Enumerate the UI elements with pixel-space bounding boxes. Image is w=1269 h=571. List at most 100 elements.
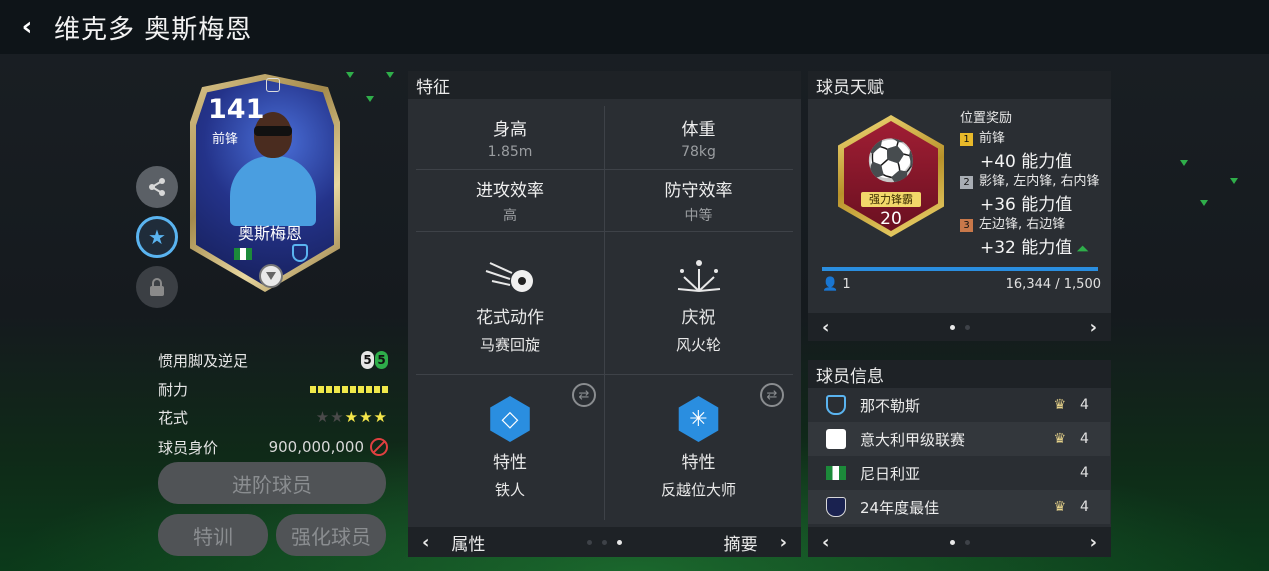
skill-star-icon: ★ [373,408,388,426]
info-row-league[interactable]: 意大利甲级联赛 ♛ 4 [808,422,1110,456]
defense-rate-cell: 防守效率 中等 [604,169,793,231]
player-card[interactable]: 141 前锋 奥斯梅恩 [180,72,360,296]
info-next-button[interactable]: › [1090,532,1097,553]
player-info-panel: 球员信息 那不勒斯 ♛ 4 意大利甲级联赛 ♛ 4 尼日利亚 4 24年度最佳 … [808,360,1111,557]
foot-label: 惯用脚及逆足 [158,351,249,370]
position-bonus-item: 2 影锋, 左内锋, 右内锋 +36 能力值 [960,170,1100,215]
top-bar: ‹ 维克多 奥斯梅恩 [0,0,1269,54]
value-row: 球员身价 900,000,000 [158,433,388,461]
info-row-program[interactable]: 24年度最佳 ♛ 4 [808,490,1110,524]
talent-progress-bar [822,267,1098,271]
foot-badges: 5 5 [361,351,388,369]
traits-panel: 特征 身高 1.85m 体重 78kg 进攻效率 高 防守效率 中等 花式动作 … [408,71,801,557]
striker-kick-icon: ⚽ [866,138,916,184]
info-row-club[interactable]: 那不勒斯 ♛ 4 [808,388,1110,422]
lock-button[interactable] [136,266,178,308]
attack-rate-cell: 进攻效率 高 [416,169,604,231]
trait-2-value: 反越位大师 [660,481,736,499]
decor-arrow [1180,160,1188,166]
card-position: 前锋 [212,132,239,147]
web-icon: ✳ [678,396,719,442]
talent-next-button[interactable]: › [1090,317,1097,338]
summary-tab[interactable]: 摘要 [724,530,758,555]
weak-foot-value: 5 [375,351,388,369]
toty-icon [826,497,846,517]
nigeria-flag-icon [234,248,252,260]
info-row-nation[interactable]: 尼日利亚 4 [808,456,1110,490]
talent-header: 球员天赋 [808,71,1111,99]
foot-row: 惯用脚及逆足 5 5 [158,346,388,374]
info-prev-button[interactable]: ‹ [822,532,829,553]
training-button[interactable]: 特训 [158,514,268,556]
player-portrait [230,112,316,226]
talent-badge-label: 强力锋霸 [861,192,921,207]
skill-label: 花式 [158,408,189,427]
bonus-value: +40 能力值 [980,152,1073,172]
weight-cell: 体重 78kg [604,106,793,169]
talent-prev-button[interactable]: ‹ [822,317,829,338]
bonus-rank: 1 [960,133,973,146]
lock-icon [150,278,164,296]
celebration-cell[interactable]: 庆祝 风火轮 [604,241,793,371]
weight-label: 体重 [681,120,716,140]
bonus-value: +36 能力值 [980,195,1073,215]
share-button[interactable] [136,166,178,208]
diamond-icon: ◇ [490,396,530,442]
main-foot-value: 5 [361,351,374,369]
height-value: 1.85m [487,144,533,160]
bonus-rank: 2 [960,176,973,189]
defense-rate-label: 防守效率 [664,180,733,201]
trait-1-cell[interactable]: ◇ 特性 铁人 [416,389,604,507]
skill-star-icon: ★ [344,408,360,426]
talent-page-dots [949,324,970,330]
page-title: 维克多 奥斯梅恩 [54,14,253,45]
talent-panel: 球员天赋 ⚽ 强力锋霸 20 位置奖励 1 前锋 +40 能力值 2 影锋, 左内锋, … [808,71,1111,341]
traits-page-dots [587,539,622,545]
bonus-positions: 左边锋, 右边锋 [979,217,1066,232]
favorite-button[interactable]: ★ [136,216,178,258]
skill-move-cell[interactable]: 花式动作 马赛回旋 [416,241,604,371]
decor-arrow [1230,178,1238,184]
bonus-positions: 影锋, 左内锋, 右内锋 [979,174,1100,189]
toty-icon [266,78,280,92]
celebration-label: 庆祝 [681,308,716,328]
enhance-player-button[interactable]: 强化球员 [276,514,386,556]
stamina-row: 耐力 [158,375,388,403]
serie-a-icon [826,429,846,449]
grade-badge-icon [259,264,283,288]
position-bonus-item: 3 左边锋, 右边锋 +32 能力值 [960,213,1072,258]
back-button[interactable]: ‹ [0,0,54,54]
defense-rate-value: 中等 [684,207,713,224]
trait-1-label: 特性 [493,453,527,473]
skill-star-icon: ★ [315,408,331,426]
decor-arrow [386,72,394,78]
stamina-label: 耐力 [158,380,189,399]
traits-prev-button[interactable]: ‹ [422,532,429,553]
traits-nav: ‹ 属性 摘要 › [408,527,801,557]
attack-rate-value: 高 [503,207,517,224]
skill-row: 花式 ★★★★★ [158,403,388,431]
skill-star-icon: ★ [359,408,374,426]
height-cell: 身高 1.85m [416,106,604,169]
advance-player-button[interactable]: 进阶球员 [158,462,386,504]
traits-next-button[interactable]: › [780,532,787,553]
position-bonus-title: 位置奖励 [960,111,1013,126]
skill-stars: ★★★★★ [316,408,388,426]
crown-icon: ♛ [1053,397,1066,413]
bonus-positions: 前锋 [979,131,1006,146]
crown-icon: ♛ [1053,431,1066,447]
celebration-value: 风火轮 [675,336,721,354]
decor-arrow [366,96,374,102]
card-rating: 141 [208,94,265,125]
skill-move-value: 马赛回旋 [479,336,540,354]
talent-level: 20 [880,209,902,229]
trait-2-cell[interactable]: ✳ 特性 反越位大师 [604,389,793,507]
talent-count: 👤 1 [822,277,851,292]
position-bonus-item: 1 前锋 +40 能力值 [960,127,1072,172]
napoli-club-icon [826,395,846,415]
decor-arrow [1200,200,1208,206]
star-icon: ★ [148,225,166,249]
talent-nav: ‹ › [808,313,1111,341]
not-tradable-icon [370,438,388,456]
attributes-tab[interactable]: 属性 [451,530,485,555]
